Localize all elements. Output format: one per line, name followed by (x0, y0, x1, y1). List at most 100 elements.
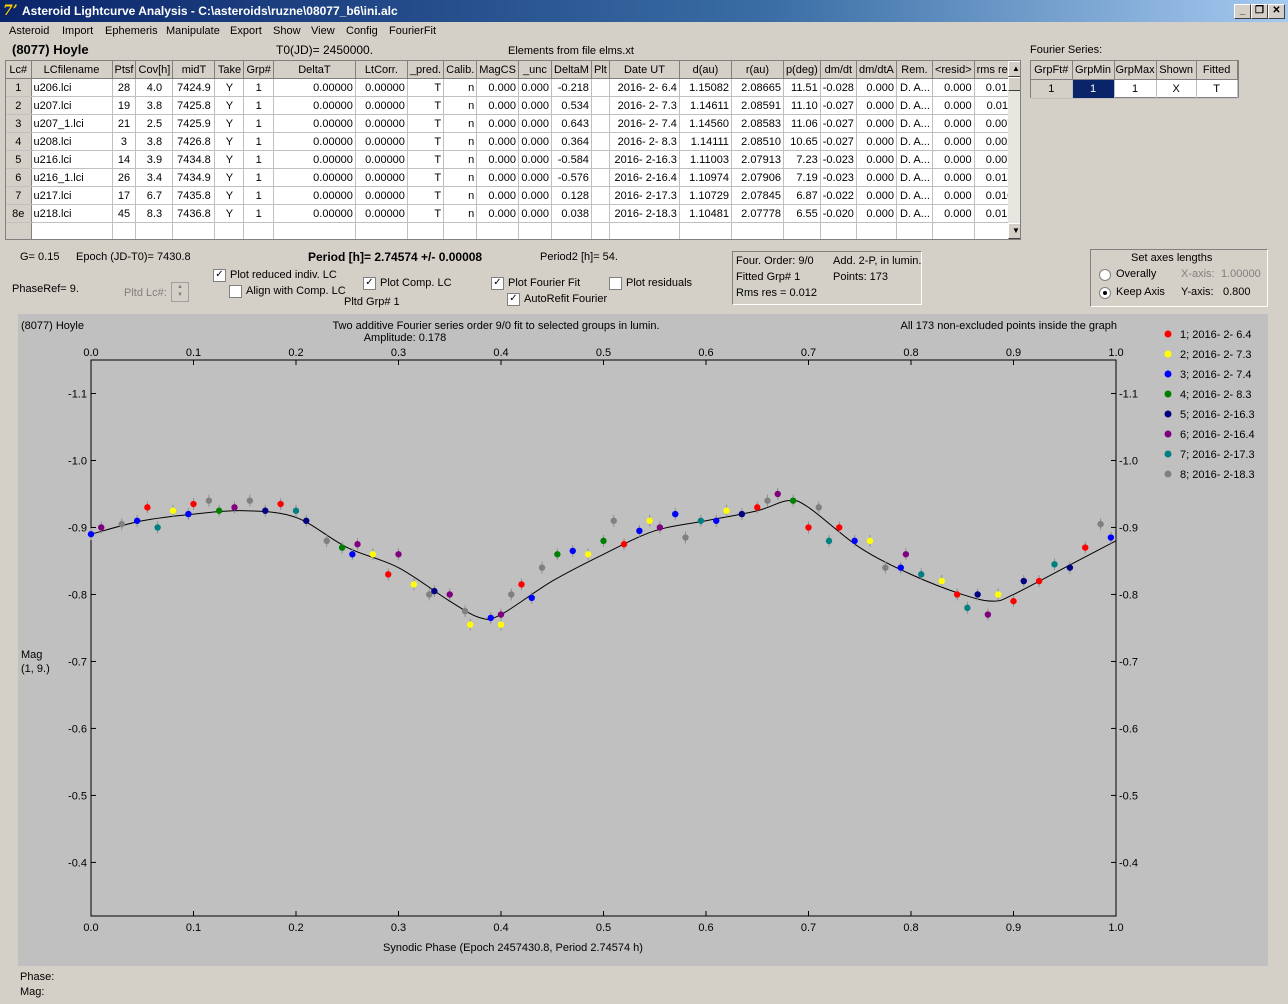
restore-button[interactable]: ❐ (1251, 4, 1268, 19)
table-cell[interactable]: 2.07845 (731, 186, 784, 205)
column-header[interactable]: d(au) (679, 61, 732, 79)
scroll-down-icon[interactable]: ▼ (1008, 223, 1020, 239)
keep-axis-radio[interactable] (1099, 287, 1111, 299)
lightcurve-table[interactable]: Lc# LCfilename Ptsf Cov[h] midT Take Grp# Delta… (5, 60, 1021, 240)
row-header[interactable]: 2 (6, 96, 32, 115)
table-row[interactable]: 2 u207.lci 19 3.8 7425.8 Y 1 0.00000 0.00000 Tn 0.… (6, 96, 1017, 115)
table-cell[interactable] (932, 222, 975, 239)
table-cell[interactable]: 7435.8 (172, 186, 216, 205)
table-cell[interactable]: 7.23 (783, 150, 821, 169)
table-cell[interactable]: 1.11003 (679, 150, 732, 169)
table-cell[interactable]: u216.lci (31, 150, 113, 169)
table-cell[interactable]: 0.00000 (273, 150, 356, 169)
plot-residuals-checkbox[interactable] (609, 277, 622, 290)
table-cell[interactable] (172, 222, 216, 239)
row-header[interactable]: 6 (6, 168, 32, 187)
table-cell[interactable] (731, 222, 784, 239)
table-cell[interactable]: 0.00000 (355, 186, 408, 205)
y-axis-value[interactable]: 0.800 (1223, 286, 1251, 298)
table-row[interactable]: 5 u216.lci 14 3.9 7434.8 Y 1 0.00000 0.00000 Tn 0.… (6, 150, 1017, 169)
table-cell[interactable]: T (407, 186, 445, 205)
column-header[interactable]: r(au) (731, 61, 784, 79)
table-cell[interactable]: n (443, 204, 478, 223)
table-cell[interactable]: D. A... (896, 132, 933, 151)
table-cell[interactable]: 7434.9 (172, 168, 216, 187)
table-cell[interactable]: 1 (243, 96, 274, 115)
table-cell[interactable]: 0.000 (856, 78, 897, 97)
table-cell[interactable]: D. A... (896, 186, 933, 205)
menu-manipulate[interactable]: Manipulate (166, 25, 220, 37)
table-cell[interactable] (591, 114, 610, 133)
table-cell[interactable]: 0.534 (551, 96, 592, 115)
table-cell[interactable]: T (407, 96, 445, 115)
x-axis-value[interactable]: 1.00000 (1221, 268, 1261, 280)
table-cell[interactable]: 7425.8 (172, 96, 216, 115)
table-cell[interactable] (591, 150, 610, 169)
table-cell[interactable]: 3.8 (135, 96, 174, 115)
table-cell[interactable]: Y (214, 168, 245, 187)
fs-cell-grpmax[interactable]: 1 (1114, 79, 1157, 99)
column-header[interactable]: MagCS (476, 61, 519, 79)
table-cell[interactable]: 7424.9 (172, 78, 216, 97)
column-header[interactable]: dm/dt (820, 61, 857, 79)
table-cell[interactable] (679, 222, 732, 239)
menu-export[interactable]: Export (230, 25, 262, 37)
table-cell[interactable]: 0.000 (476, 186, 519, 205)
table-cell[interactable]: Y (214, 186, 245, 205)
fs-col-grpft[interactable]: GrpFt# (1031, 61, 1073, 80)
table-cell[interactable]: n (443, 150, 478, 169)
table-cell[interactable]: 28 (112, 78, 137, 97)
table-cell[interactable]: 0.00000 (355, 204, 408, 223)
table-cell[interactable] (609, 222, 680, 239)
table-cell[interactable]: 19 (112, 96, 137, 115)
table-cell[interactable] (518, 222, 552, 239)
column-header[interactable]: Take (214, 61, 245, 79)
table-cell[interactable] (591, 186, 610, 205)
menu-view[interactable]: View (311, 25, 335, 37)
scroll-thumb[interactable] (1008, 77, 1020, 91)
column-header[interactable]: p(deg) (783, 61, 821, 79)
table-cell[interactable] (551, 222, 592, 239)
table-cell[interactable]: 4.0 (135, 78, 174, 97)
table-cell[interactable]: T (407, 78, 445, 97)
table-cell[interactable]: 2.08510 (731, 132, 784, 151)
scroll-up-icon[interactable]: ▲ (1008, 61, 1020, 77)
table-cell[interactable]: -0.027 (820, 96, 857, 115)
table-cell[interactable]: 3.4 (135, 168, 174, 187)
fs-cell-grpmin[interactable]: 1 (1072, 79, 1115, 99)
table-cell[interactable]: 0.00000 (355, 132, 408, 151)
table-cell[interactable]: 2016- 2-18.3 (609, 204, 680, 223)
table-cell[interactable] (214, 222, 245, 239)
table-cell[interactable]: u206.lci (31, 78, 113, 97)
table-cell[interactable]: -0.022 (820, 186, 857, 205)
column-header[interactable]: _unc (518, 61, 552, 79)
table-cell[interactable]: 0.000 (856, 186, 897, 205)
table-cell[interactable] (591, 204, 610, 223)
column-header[interactable]: Date UT (609, 61, 680, 79)
column-header[interactable]: <resid> (932, 61, 975, 79)
menu-asteroid[interactable]: Asteroid (9, 25, 49, 37)
table-cell[interactable]: 1.14560 (679, 114, 732, 133)
table-cell[interactable] (591, 132, 610, 151)
table-cell[interactable]: Y (214, 204, 245, 223)
table-cell[interactable] (591, 96, 610, 115)
menu-show[interactable]: Show (273, 25, 301, 37)
menu-fourierfit[interactable]: FourierFit (389, 25, 436, 37)
menu-import[interactable]: Import (62, 25, 93, 37)
column-header[interactable]: Calib. (443, 61, 478, 79)
table-cell[interactable]: 10.65 (783, 132, 821, 151)
table-cell[interactable] (896, 222, 933, 239)
table-cell[interactable]: 2016- 2-17.3 (609, 186, 680, 205)
table-cell[interactable] (783, 222, 821, 239)
table-cell[interactable]: 1.14611 (679, 96, 732, 115)
table-cell[interactable]: 21 (112, 114, 137, 133)
table-cell[interactable]: 1.15082 (679, 78, 732, 97)
fs-cell-fitted[interactable]: T (1196, 79, 1238, 99)
column-header[interactable]: _pred. (407, 61, 445, 79)
table-cell[interactable]: D. A... (896, 168, 933, 187)
table-cell[interactable]: n (443, 114, 478, 133)
table-cell[interactable] (112, 222, 137, 239)
row-header[interactable]: 8e (6, 204, 32, 223)
plot-reduced-checkbox[interactable]: ✓ (213, 269, 226, 282)
table-cell[interactable]: 0.000 (518, 96, 552, 115)
